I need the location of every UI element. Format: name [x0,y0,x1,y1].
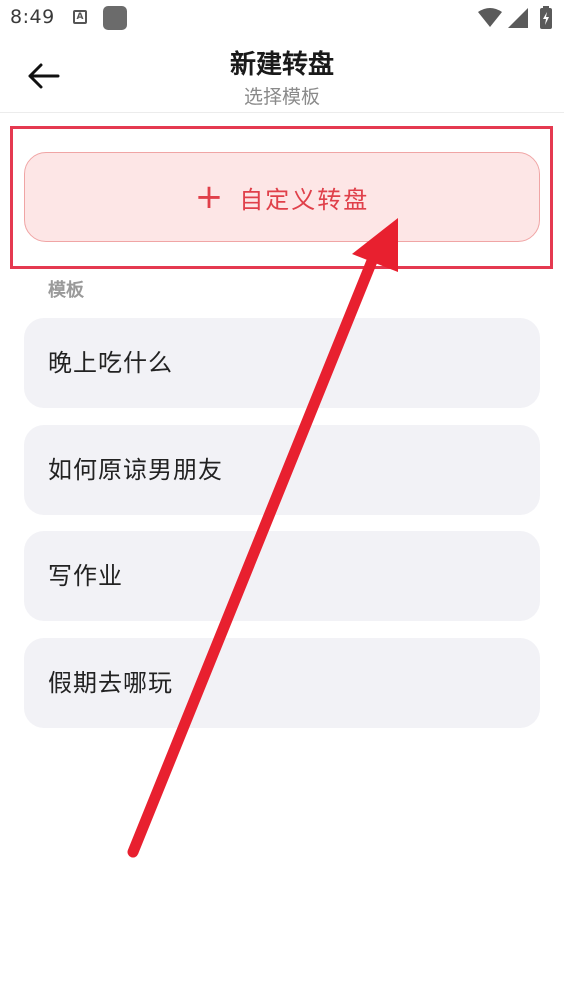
page-subtitle: 选择模板 [243,86,320,108]
template-item-dinner[interactable]: 晚上吃什么 [24,318,540,408]
notification-a-icon: A [73,10,87,24]
battery-icon [540,6,552,29]
templates-section-label: 模板 [48,280,84,301]
status-bar: 8:49 A [0,0,564,40]
status-icons [478,6,552,29]
app-square-icon [103,6,127,30]
page: 8:49 A 新建转盘 选择模板 + 自定义转盘 模板 晚上吃什么 如何原谅男朋… [0,0,564,1004]
template-label: 晚上吃什么 [48,349,173,377]
template-item-forgive-boyfriend[interactable]: 如何原谅男朋友 [24,425,540,515]
page-title: 新建转盘 [229,50,334,80]
template-item-homework[interactable]: 写作业 [24,531,540,621]
status-time: 8:49 [10,6,55,28]
custom-wheel-button[interactable]: + 自定义转盘 [24,152,540,242]
template-label: 如何原谅男朋友 [48,456,223,484]
template-label: 写作业 [48,562,123,590]
wifi-icon [478,8,502,27]
template-label: 假期去哪玩 [48,669,173,697]
signal-icon [508,8,528,28]
custom-wheel-label: 自定义转盘 [239,185,370,214]
header: 新建转盘 选择模板 [0,40,564,113]
template-item-holiday-trip[interactable]: 假期去哪玩 [24,638,540,728]
plus-icon: + [194,177,224,217]
